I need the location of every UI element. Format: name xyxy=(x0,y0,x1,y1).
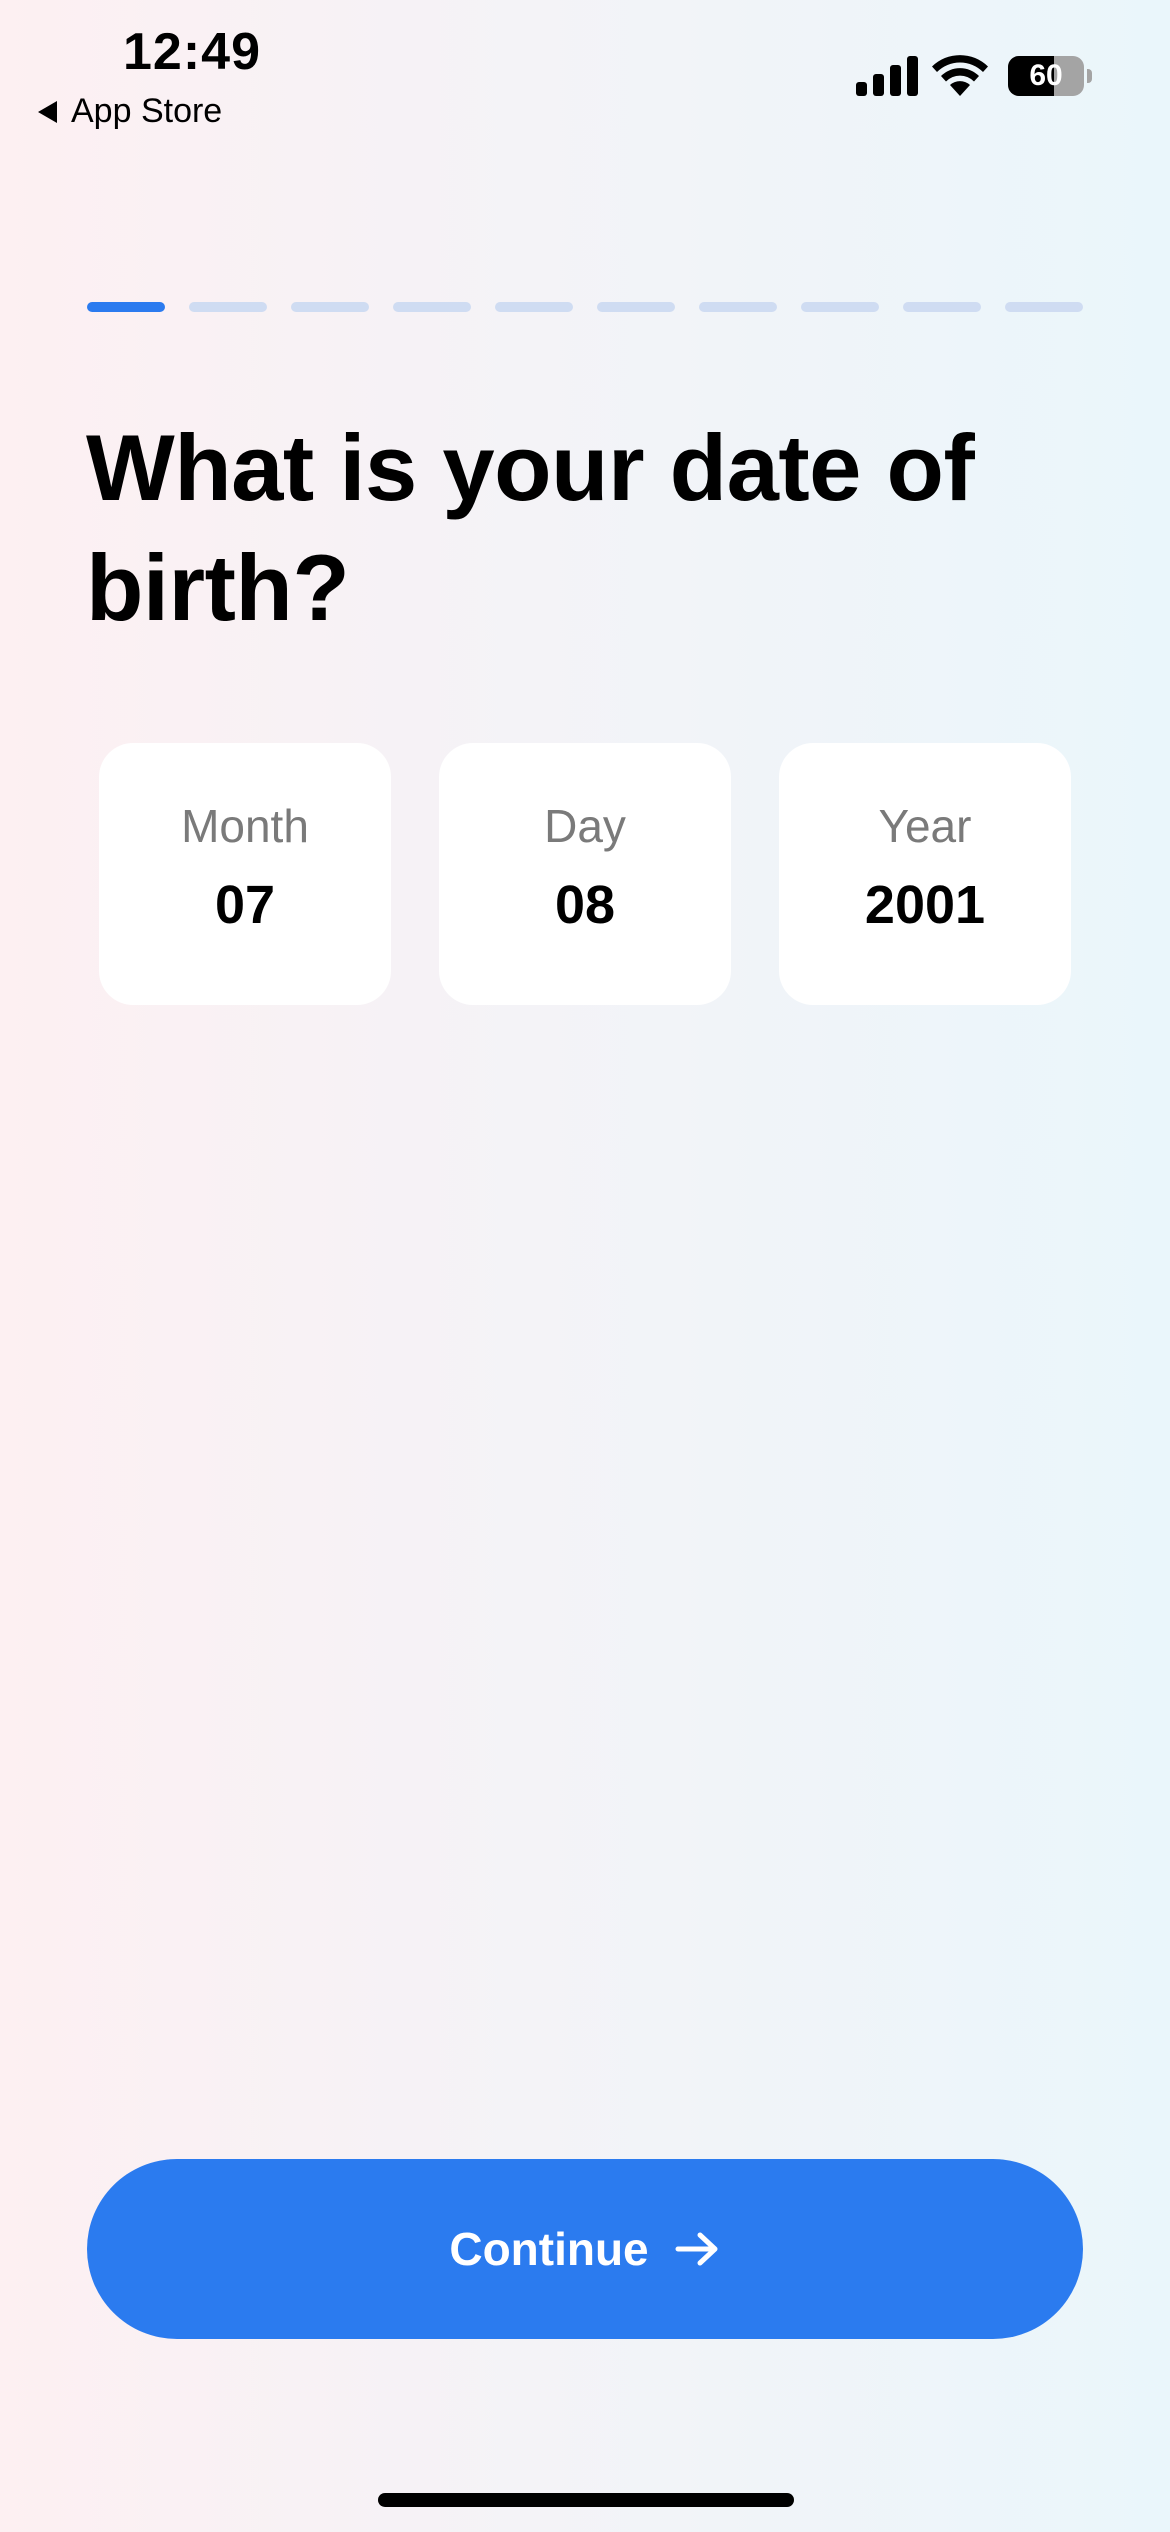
home-indicator[interactable] xyxy=(378,2493,794,2507)
year-label: Year xyxy=(878,800,972,852)
battery-icon: 60 xyxy=(1008,56,1092,96)
continue-button[interactable]: Continue xyxy=(87,2159,1083,2339)
year-value: 2001 xyxy=(864,875,986,935)
page-title: What is your date of birth? xyxy=(86,415,975,640)
back-link-label: App Store xyxy=(71,92,223,130)
month-field[interactable]: Month 07 xyxy=(99,743,391,1005)
continue-button-label: Continue xyxy=(449,2223,649,2275)
day-value: 08 xyxy=(554,875,616,935)
date-of-birth-fields: Month 07 Day 08 Year 2001 xyxy=(99,743,1071,1005)
progress-step-1 xyxy=(87,302,165,312)
arrow-right-icon xyxy=(675,2232,718,2266)
progress-step-3 xyxy=(291,302,369,312)
battery-body: 60 xyxy=(1008,56,1084,96)
day-field[interactable]: Day 08 xyxy=(439,743,731,1005)
status-bar: 12:49 App Store 60 xyxy=(0,0,1170,140)
day-label: Day xyxy=(544,800,626,852)
month-label: Month xyxy=(181,800,309,852)
progress-step-7 xyxy=(699,302,777,312)
progress-step-6 xyxy=(597,302,675,312)
progress-step-10 xyxy=(1005,302,1083,312)
year-field[interactable]: Year 2001 xyxy=(779,743,1071,1005)
wifi-icon xyxy=(932,55,988,96)
progress-step-8 xyxy=(801,302,879,312)
cellular-signal-icon xyxy=(856,56,918,96)
onboarding-progress xyxy=(87,302,1083,312)
progress-step-5 xyxy=(495,302,573,312)
battery-cap xyxy=(1087,69,1092,83)
back-to-app-store-link[interactable]: App Store xyxy=(38,92,222,131)
back-triangle-icon xyxy=(38,100,57,123)
progress-step-4 xyxy=(393,302,471,312)
status-time: 12:49 xyxy=(123,23,261,81)
month-value: 07 xyxy=(214,875,276,935)
progress-step-9 xyxy=(903,302,981,312)
progress-step-2 xyxy=(189,302,267,312)
battery-level: 60 xyxy=(1029,59,1063,92)
